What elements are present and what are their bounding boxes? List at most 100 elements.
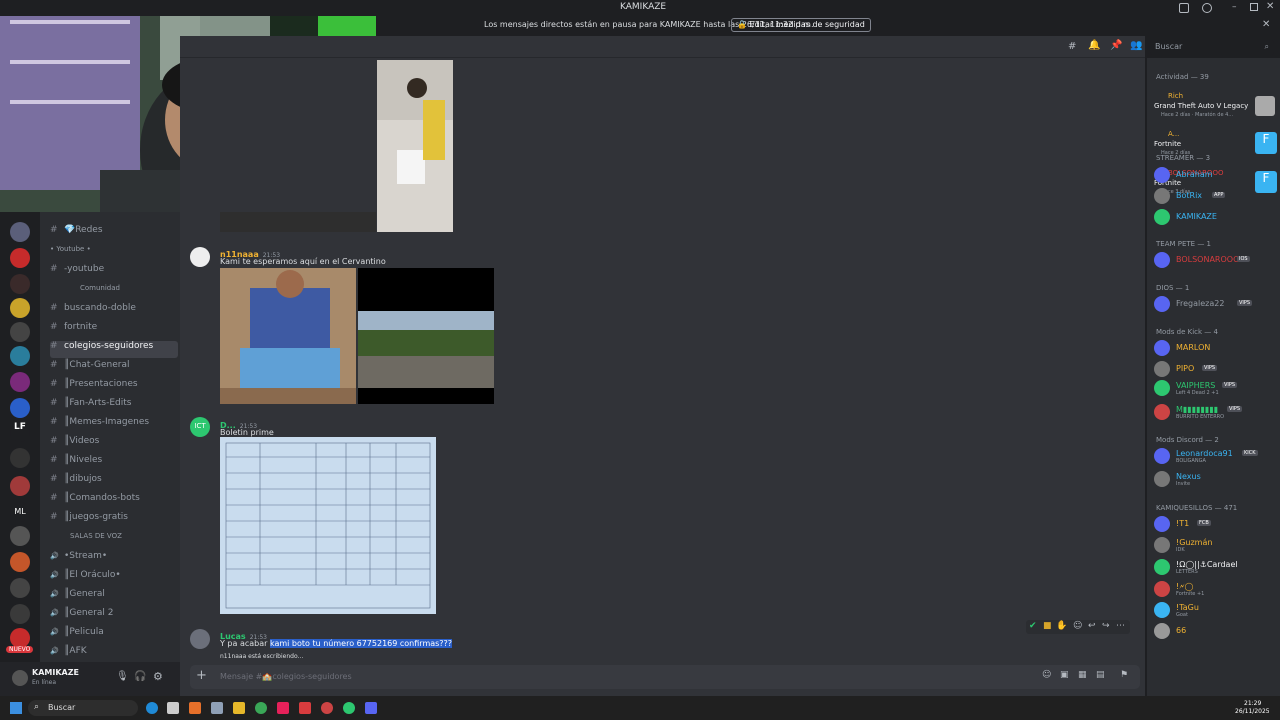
- taskbar-search[interactable]: ⌕ Buscar: [28, 700, 138, 716]
- avatar[interactable]: [12, 670, 28, 686]
- attachment-image[interactable]: [358, 268, 494, 404]
- edge-icon[interactable]: [146, 702, 158, 714]
- channel-item[interactable]: # fortnite: [50, 322, 178, 339]
- edit-security-button[interactable]: 🔒 Editar medidas de seguridad: [731, 18, 871, 32]
- member-item[interactable]: !Ω◯||⚓Cardael LETTERS: [1154, 558, 1278, 576]
- inbox-icon[interactable]: [1179, 3, 1189, 13]
- server-icon[interactable]: [10, 322, 30, 342]
- close-window-icon[interactable]: ✕: [1266, 1, 1274, 12]
- member-item[interactable]: !T1 FCB: [1154, 515, 1278, 533]
- server-icon[interactable]: [10, 274, 30, 294]
- avatar[interactable]: [190, 629, 210, 649]
- server-icon[interactable]: [10, 448, 30, 468]
- search-input[interactable]: Buscar ⌕: [1150, 40, 1274, 55]
- voice-channel-item[interactable]: 🔊 ║El Oráculo•: [50, 570, 178, 587]
- flag-reaction-icon[interactable]: ■: [1043, 621, 1052, 631]
- reply-icon[interactable]: ↩: [1088, 621, 1096, 631]
- app-icon[interactable]: [299, 702, 311, 714]
- server-icon[interactable]: [10, 628, 30, 648]
- server-icon[interactable]: ML: [10, 502, 30, 522]
- member-item[interactable]: M▮▮▮▮▮▮▮▮ VIPS BURRITO ENTERRO: [1154, 403, 1278, 421]
- attachment-image[interactable]: [220, 268, 356, 404]
- avatar[interactable]: ICT: [190, 417, 210, 437]
- member-item[interactable]: !TaGu Goat: [1154, 601, 1278, 619]
- member-item[interactable]: Abraham: [1154, 166, 1278, 184]
- close-notice-icon[interactable]: ✕: [1262, 19, 1270, 30]
- member-item[interactable]: VAIPHERS VIPS Left 4 Dead 2 +1: [1154, 379, 1278, 397]
- microphone-icon[interactable]: 🎙: [116, 671, 129, 682]
- voice-channel-item[interactable]: 🔊 ║AFK: [50, 646, 178, 663]
- member-item[interactable]: Leonardoca91 KICK BOLIGANGA: [1154, 447, 1278, 465]
- member-item[interactable]: BotRix APP: [1154, 187, 1278, 205]
- wave-reaction-icon[interactable]: ✋: [1056, 621, 1067, 631]
- member-item[interactable]: BOLSONAROOO IOS: [1154, 251, 1278, 269]
- attachment-image[interactable]: [377, 60, 453, 232]
- gift-icon[interactable]: ☺: [1042, 670, 1051, 680]
- forward-icon[interactable]: ↪: [1102, 621, 1110, 631]
- voice-channel-item[interactable]: 🔊 •Stream•: [50, 551, 178, 568]
- channel-item[interactable]: # ║Comandos-bots: [50, 493, 178, 510]
- settings-gear-icon[interactable]: ⚙: [153, 670, 163, 683]
- server-icon[interactable]: [10, 222, 30, 242]
- gif-icon[interactable]: ▣: [1060, 670, 1069, 680]
- member-item[interactable]: Nexus Invite: [1154, 470, 1278, 488]
- member-item[interactable]: !Guzmán IDK: [1154, 536, 1278, 554]
- server-icon[interactable]: LF: [10, 422, 30, 442]
- attachment-image[interactable]: [220, 212, 376, 232]
- voice-channel-item[interactable]: 🔊 ║General 2: [50, 608, 178, 625]
- message-composer[interactable]: + Mensaje #🏫colegios-seguidores ☺ ▣ ▦ ▤ …: [190, 665, 1140, 689]
- channel-item[interactable]: # ║Presentaciones: [50, 379, 178, 396]
- member-item[interactable]: MARLON: [1154, 339, 1278, 357]
- voice-channel-item[interactable]: 🔊 ║General: [50, 589, 178, 606]
- apps-icon[interactable]: ⚑: [1120, 670, 1128, 680]
- server-icon[interactable]: [10, 578, 30, 598]
- channel-item[interactable]: # -youtube: [50, 264, 178, 281]
- folder-icon[interactable]: [233, 702, 245, 714]
- server-icon[interactable]: [10, 526, 30, 546]
- emoji-icon[interactable]: ▤: [1096, 670, 1105, 680]
- chrome-icon[interactable]: [255, 702, 267, 714]
- maximize-icon[interactable]: [1250, 3, 1258, 11]
- channel-item[interactable]: # 💎Redes: [50, 225, 178, 242]
- channel-item[interactable]: # ║Chat-General: [50, 360, 178, 377]
- app-icon[interactable]: [321, 702, 333, 714]
- server-icon[interactable]: [10, 372, 30, 392]
- channel-item[interactable]: # ║Memes-Imagenes: [50, 417, 178, 434]
- avatar[interactable]: [190, 247, 210, 267]
- add-reaction-icon[interactable]: ☺: [1073, 621, 1082, 631]
- attach-plus-icon[interactable]: +: [196, 668, 207, 683]
- minimize-icon[interactable]: –: [1232, 2, 1237, 12]
- member-item[interactable]: PIPO VIPS: [1154, 360, 1278, 378]
- server-icon[interactable]: [10, 346, 30, 366]
- member-item[interactable]: KAMIKAZE: [1154, 208, 1278, 226]
- attachment-image[interactable]: [220, 437, 436, 614]
- server-icon[interactable]: [10, 604, 30, 624]
- more-icon[interactable]: ⋯: [1116, 621, 1125, 631]
- app-icon[interactable]: [189, 702, 201, 714]
- headphones-icon[interactable]: 🎧: [134, 671, 146, 682]
- member-item[interactable]: 66: [1154, 622, 1278, 640]
- tiktok-icon[interactable]: [277, 702, 289, 714]
- voice-channel-item[interactable]: 🔊 ║Pelicula: [50, 627, 178, 644]
- server-icon[interactable]: [10, 248, 30, 268]
- server-icon[interactable]: [10, 398, 30, 418]
- channel-item[interactable]: # ║Niveles: [50, 455, 178, 472]
- notes-icon[interactable]: [211, 702, 223, 714]
- activity-item[interactable]: Rich Grand Theft Auto V Legacy Hace 2 dí…: [1154, 92, 1278, 122]
- server-icon[interactable]: [10, 552, 30, 572]
- member-item[interactable]: Fregaleza22 VIPS: [1154, 295, 1278, 313]
- category-voz[interactable]: SALAS DE VOZ: [70, 532, 122, 540]
- channel-item[interactable]: # ║Fan-Arts-Edits: [50, 398, 178, 415]
- help-icon[interactable]: [1202, 3, 1212, 13]
- sticker-icon[interactable]: ▦: [1078, 670, 1087, 680]
- channel-item[interactable]: # ║juegos-gratis: [50, 512, 178, 529]
- server-icon[interactable]: [10, 476, 30, 496]
- member-item[interactable]: !🗲◯ Fortnite +1: [1154, 580, 1278, 598]
- whatsapp-icon[interactable]: [343, 702, 355, 714]
- discord-icon[interactable]: [365, 702, 377, 714]
- channel-item[interactable]: # colegios-seguidores: [50, 341, 178, 358]
- bell-icon[interactable]: 🔔: [1088, 40, 1100, 51]
- server-icon[interactable]: [10, 298, 30, 318]
- channel-item[interactable]: # buscando-doble: [50, 303, 178, 320]
- members-icon[interactable]: 👥: [1130, 40, 1142, 51]
